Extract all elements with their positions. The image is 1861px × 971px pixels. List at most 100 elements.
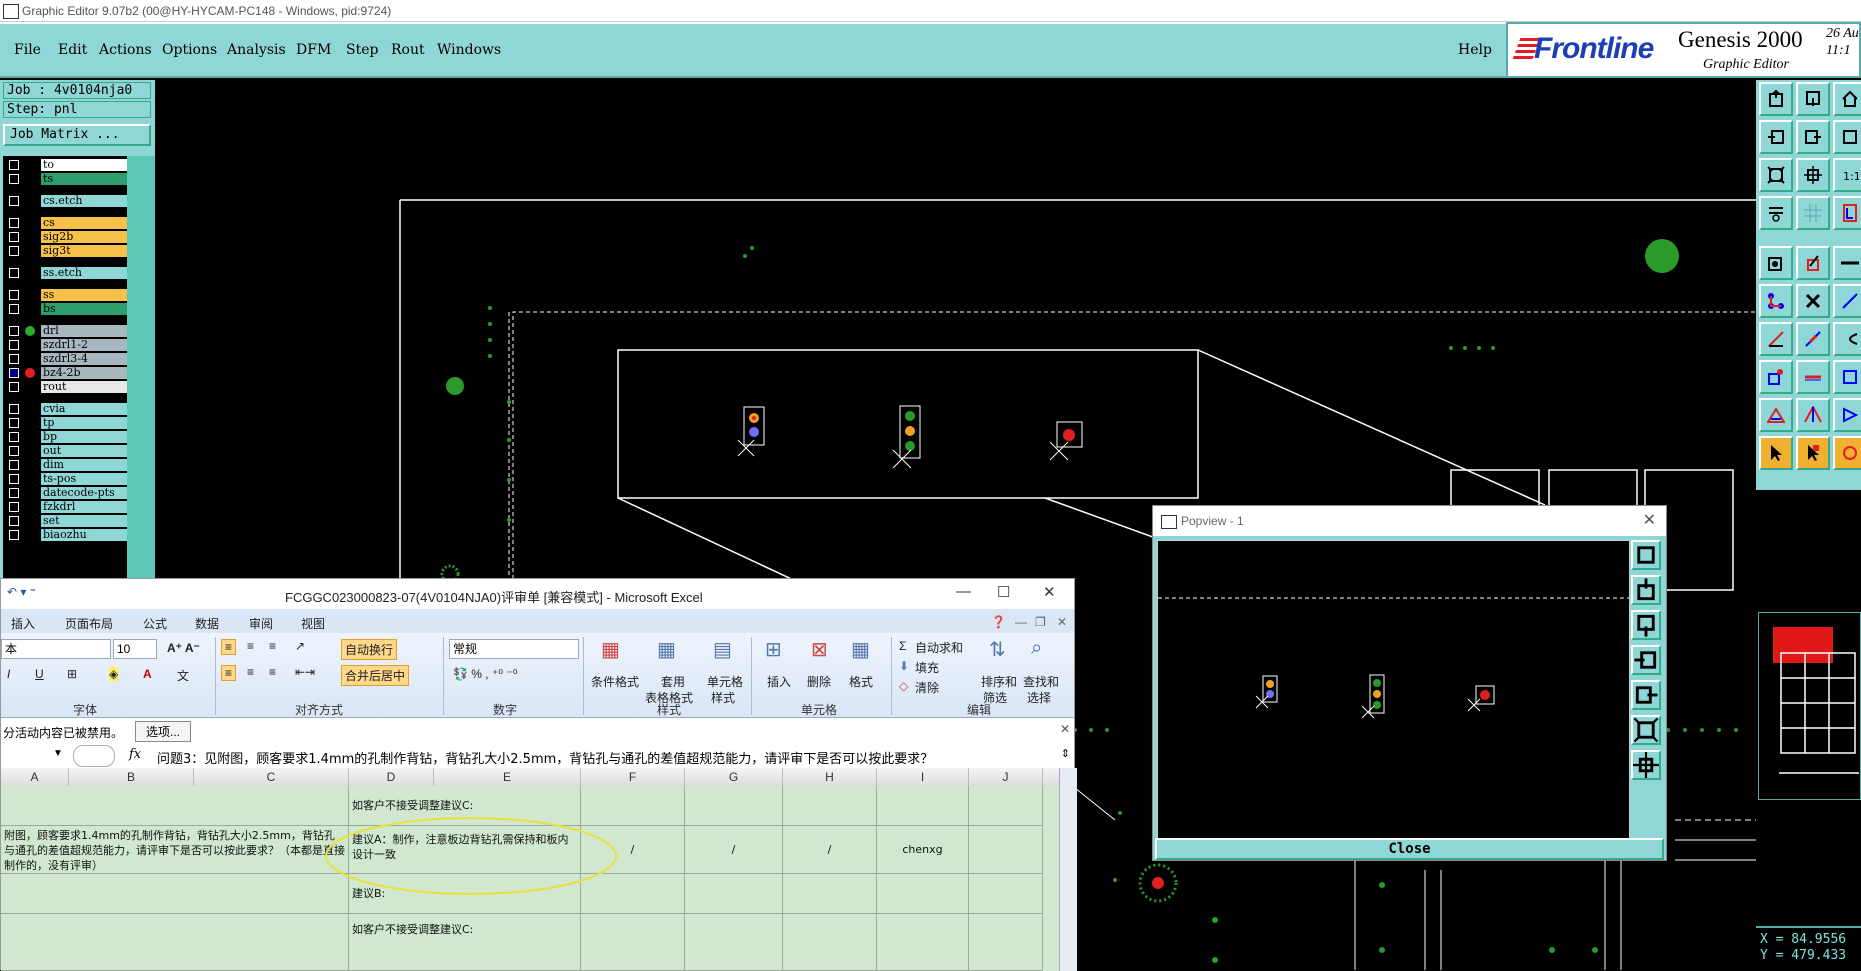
close-icon[interactable]: ✕ [1043,583,1056,601]
currency-icon[interactable]: 💱 % , ⁺⁰ ⁻⁰ [453,667,518,681]
cell[interactable] [877,914,969,971]
column-header[interactable]: C [194,768,349,786]
tool-button[interactable] [1833,82,1861,116]
tool-button[interactable] [1833,322,1861,356]
popview-pan-left-button[interactable] [1631,645,1661,675]
find-select-button-2[interactable]: 选择 [1027,689,1051,706]
layer-row[interactable]: out [3,444,127,458]
sort-filter-button-1[interactable]: 排序和 [981,673,1017,690]
menu-rout[interactable]: Rout [391,42,425,58]
layer-checkbox[interactable] [9,290,19,300]
quick-access-icon[interactable]: ↶ ▾ ⁼ [7,585,36,599]
menu-analysis[interactable]: Analysis [227,42,286,58]
wrap-text-button[interactable]: 自动换行 [341,639,398,660]
layer-checkbox[interactable] [9,340,19,350]
layer-checkbox[interactable] [9,446,19,456]
fill-color-icon[interactable]: ◈ [109,667,119,681]
cell-style-button-2[interactable]: 样式 [711,689,735,706]
layer-name[interactable]: cvia [41,403,127,415]
cell[interactable] [877,874,969,914]
autosum-button[interactable]: 自动求和 [915,639,963,656]
layer-name[interactable]: ss [41,289,127,301]
find-select-button-1[interactable]: 查找和 [1023,673,1059,690]
font-name-select[interactable]: 本 [1,639,111,659]
layer-name[interactable]: to [41,159,127,171]
layer-row[interactable]: cs [3,216,127,230]
layer-name[interactable]: ss.etch [41,267,127,279]
layer-name[interactable]: datecode-pts [41,487,127,499]
layer-checkbox[interactable] [9,232,19,242]
layer-name[interactable]: sig2b [41,231,127,243]
table-format-button-1[interactable]: 套用 [661,673,685,690]
tool-button[interactable] [1759,322,1793,356]
layer-row[interactable]: sig2b [3,230,127,244]
layer-name[interactable]: szdrl3-4 [41,353,127,365]
name-box-dropdown-icon[interactable]: ▼ [53,748,63,759]
tool-button[interactable] [1796,82,1830,116]
popview-close-button[interactable]: Close [1155,838,1664,860]
layer-checkbox[interactable] [9,488,19,498]
cell-style-button-1[interactable]: 单元格 [707,673,743,690]
tool-button[interactable] [1833,120,1861,154]
layer-row[interactable]: szdrl3-4 [3,352,127,366]
column-header[interactable]: B [69,768,194,786]
layer-checkbox[interactable] [9,516,19,526]
tool-button[interactable] [1759,246,1793,280]
tool-button[interactable] [1796,158,1830,192]
cell[interactable] [581,914,685,971]
layer-checkbox[interactable] [9,196,19,206]
tool-button[interactable] [1796,360,1830,394]
number-format-select[interactable]: 常规 [449,639,579,659]
tool-button[interactable] [1759,196,1793,230]
cell[interactable] [783,786,877,826]
cell[interactable] [783,914,877,971]
options-button[interactable]: 选项... [135,721,192,742]
borders-icon[interactable]: ⊞ [67,667,77,681]
layer-checkbox[interactable] [9,218,19,228]
layer-checkbox[interactable] [9,502,19,512]
layer-row[interactable]: cvia [3,402,127,416]
layer-row[interactable]: dim [3,458,127,472]
cell[interactable] [969,826,1043,874]
tab-page-layout[interactable]: 页面布局 [65,615,113,632]
formula-input[interactable]: 问题3：见附图，顾客要求1.4mm的孔制作背钻，背钻孔大小2.5mm，背钻孔与通… [157,748,933,767]
tool-button[interactable] [1796,196,1830,230]
fx-icon[interactable]: fx [129,747,141,762]
layer-name[interactable]: drl [41,325,127,337]
layer-checkbox[interactable] [9,460,19,470]
cell[interactable] [969,874,1043,914]
tool-button[interactable] [1759,82,1793,116]
layer-name[interactable]: fzkdrl [41,501,127,513]
popview-zoom-in-button[interactable] [1631,610,1661,640]
step-name-field[interactable]: Step: pnl [3,101,151,118]
tool-button[interactable] [1796,436,1830,470]
layer-checkbox[interactable] [9,418,19,428]
layer-name[interactable]: ts [41,173,127,185]
expand-formula-icon[interactable]: ⇕ [1061,747,1070,760]
layer-row[interactable]: ts [3,172,127,186]
align-right-icon[interactable]: ≡ [269,665,276,679]
cell[interactable] [783,874,877,914]
font-size-select[interactable]: 10 [113,639,157,659]
tool-button[interactable] [1796,246,1830,280]
menu-help[interactable]: Help [1458,42,1492,58]
layer-checkbox[interactable] [9,432,19,442]
cell[interactable] [1,786,349,826]
grow-font-icon[interactable]: A⁺ A⁻ [167,641,200,655]
cell[interactable] [969,786,1043,826]
layer-checkbox[interactable] [9,174,19,184]
cell[interactable]: 附图，顾客要求1.4mm的孔制作背钻，背钻孔大小2.5mm，背钻孔与通孔的差值超… [1,826,349,874]
layer-checkbox[interactable] [9,246,19,256]
indent-icon[interactable]: ⇤⇥ [295,665,315,679]
layer-name[interactable]: bz4-2b [41,367,127,379]
mini-map-view[interactable] [1758,612,1861,800]
popview-pan-right-button[interactable] [1631,680,1661,710]
tab-insert[interactable]: 插入 [11,615,35,632]
menu-step[interactable]: Step [346,42,378,58]
layer-checkbox[interactable] [9,404,19,414]
tool-button[interactable] [1759,158,1793,192]
layer-name[interactable]: dim [41,459,127,471]
menu-file[interactable]: File [14,42,41,58]
underline-icon[interactable]: U [35,667,44,681]
column-header[interactable]: I [877,768,969,786]
